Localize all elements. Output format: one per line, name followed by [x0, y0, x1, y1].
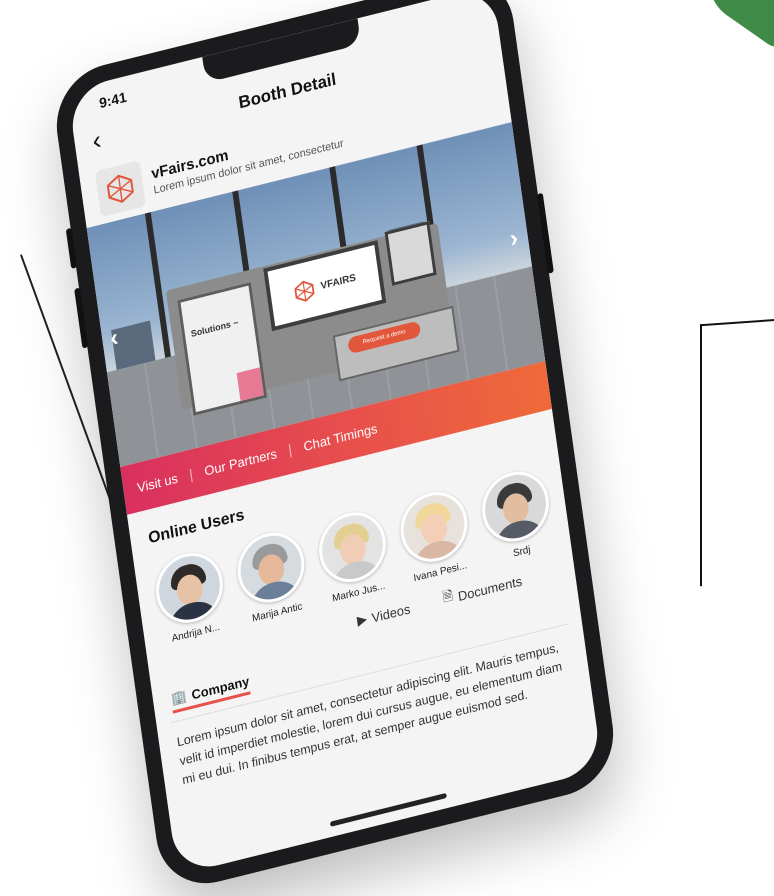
- status-time: 9:41: [98, 88, 128, 112]
- decorative-corner: [693, 0, 774, 56]
- solutions-label: Solutions ~: [190, 317, 239, 339]
- separator: |: [287, 441, 293, 458]
- booth-person-screen: [384, 221, 437, 286]
- background-card: [700, 315, 774, 587]
- tab-visit-us[interactable]: Visit us: [136, 470, 179, 495]
- user-item[interactable]: Marija Antic: [225, 524, 318, 629]
- avatar: [477, 464, 554, 549]
- avatar: [233, 525, 309, 610]
- user-item[interactable]: Ivana Pesi...: [388, 483, 481, 588]
- phone-mockup: 9:41 ‹ Booth Detail vFairs.com Lorem ips…: [49, 0, 621, 896]
- avatar: [314, 505, 391, 590]
- booth-next-icon[interactable]: ›: [508, 224, 520, 254]
- play-circle-icon: ▶: [356, 610, 368, 629]
- user-item[interactable]: Marko Jus...: [307, 503, 400, 608]
- tab-videos-label: Videos: [370, 600, 412, 626]
- document-icon: 🗎: [441, 587, 454, 605]
- user-name: Srdj: [512, 544, 532, 560]
- panel-accent: [236, 367, 264, 401]
- avatar: [151, 545, 228, 630]
- avatar: [396, 484, 472, 570]
- tab-chat-timings[interactable]: Chat Timings: [302, 420, 378, 453]
- solutions-panel[interactable]: Solutions ~: [177, 281, 268, 416]
- user-item[interactable]: Andrija N...: [144, 544, 237, 649]
- tab-company-label: Company: [190, 672, 251, 703]
- building-icon: 🏢: [169, 687, 188, 707]
- tab-our-partners[interactable]: Our Partners: [203, 445, 277, 478]
- user-item[interactable]: Srdj: [470, 463, 563, 568]
- booth-logo-text: VFAIRS: [320, 272, 357, 293]
- chevron-left-icon[interactable]: ‹: [90, 124, 103, 157]
- company-logo: [94, 160, 146, 218]
- separator: |: [188, 465, 194, 483]
- vfairs-logo-icon: [106, 174, 134, 203]
- vfairs-logo-icon: [294, 280, 315, 302]
